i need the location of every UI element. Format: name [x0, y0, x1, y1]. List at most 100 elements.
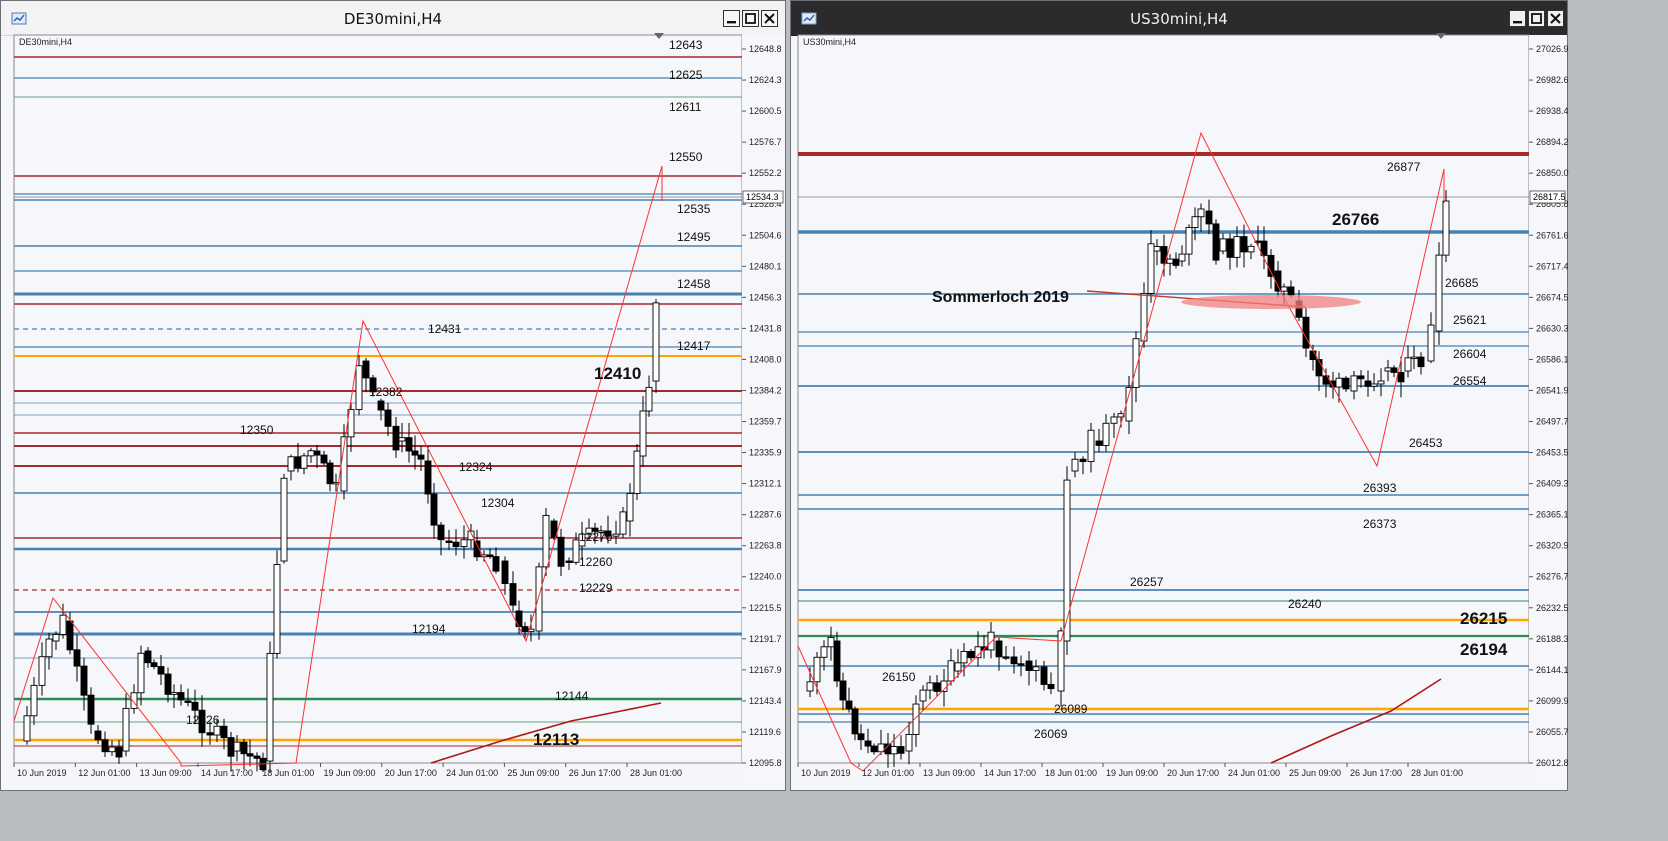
- bullish-candle: [974, 646, 982, 659]
- price-tick-label: 12648.8: [749, 44, 782, 54]
- bearish-candle: [1240, 236, 1248, 253]
- price-tick-label: 12143.4: [749, 696, 782, 706]
- price-tick-label: 12167.9: [749, 665, 782, 675]
- price-tick-label: 12431.8: [749, 323, 782, 333]
- bearish-candle: [839, 680, 847, 701]
- level-label: 12350: [240, 423, 274, 437]
- price-tick-label: 26541.9: [1536, 385, 1569, 395]
- time-tick-label: 25 Jun 09:00: [1289, 768, 1341, 778]
- bearish-candle: [164, 673, 172, 695]
- price-tick-label: 26320.9: [1536, 541, 1569, 551]
- level-label: 26150: [882, 670, 916, 684]
- time-tick-label: 12 Jun 01:00: [78, 768, 130, 778]
- price-chart[interactable]: DE30mini,H4 12643 12625 12611 12550 12535 1249…: [1, 1, 787, 792]
- price-tick-label: 12408.0: [749, 354, 782, 364]
- time-tick-label: 20 Jun 17:00: [385, 768, 437, 778]
- bearish-candle: [115, 746, 123, 758]
- bullish-candle: [1442, 200, 1450, 256]
- price-tick-label: 26717.4: [1536, 261, 1569, 271]
- bullish-candle: [813, 656, 821, 683]
- chart-window-us30[interactable]: US30mini,H4 US30mini,H4 26877 26766 26685 25…: [790, 0, 1569, 792]
- price-tick-label: 26894.2: [1536, 137, 1569, 147]
- level-label: 12144: [555, 689, 589, 703]
- level-label: 26685: [1445, 276, 1479, 290]
- bullish-candle: [1147, 243, 1155, 294]
- level-label: 12113: [533, 730, 579, 749]
- bullish-candle: [59, 614, 67, 635]
- price-tick-label: 26188.3: [1536, 634, 1569, 644]
- time-tick-label: 24 Jun 01:00: [446, 768, 498, 778]
- level-label: 12550: [669, 150, 703, 164]
- bullish-candle: [1384, 367, 1392, 372]
- level-label: 26877: [1387, 160, 1421, 174]
- price-tick-label: 12552.2: [749, 168, 782, 178]
- bearish-candle: [157, 666, 165, 675]
- bullish-candle: [130, 692, 138, 709]
- price-tick-label: 12215.5: [749, 603, 782, 613]
- bearish-candle: [1095, 440, 1103, 446]
- bearish-candle: [845, 700, 853, 710]
- price-tick-label: 12359.7: [749, 417, 782, 427]
- chart-window-de30[interactable]: DE30mini,H4 DE30mini,H4 12643 12625 12611 12…: [0, 0, 786, 791]
- bullish-candle: [1233, 236, 1241, 258]
- bearish-candle: [1002, 656, 1010, 659]
- bearish-candle: [66, 620, 74, 651]
- bullish-candle: [460, 539, 468, 547]
- bearish-candle: [177, 692, 185, 701]
- bearish-candle: [857, 733, 865, 741]
- bullish-candle: [266, 652, 274, 762]
- price-tick-label: 26674.5: [1536, 292, 1569, 302]
- bearish-candle: [144, 650, 152, 664]
- bearish-candle: [191, 701, 199, 711]
- time-tick-label: 14 Jun 17:00: [201, 768, 253, 778]
- level-label: 12382: [369, 385, 403, 399]
- price-tick-label: 12456.3: [749, 292, 782, 302]
- bearish-candle: [150, 662, 158, 668]
- bullish-candle: [38, 656, 46, 686]
- price-tick-label: 12287.6: [749, 510, 782, 520]
- bearish-candle: [313, 450, 321, 456]
- bearish-candle: [452, 541, 460, 547]
- bearish-candle: [424, 460, 432, 495]
- bearish-candle: [833, 640, 841, 682]
- level-label: 12324: [459, 460, 493, 474]
- bearish-candle: [405, 437, 413, 452]
- bearish-candle: [87, 694, 95, 725]
- price-tick-label: 26409.3: [1536, 479, 1569, 489]
- level-label: 26373: [1363, 517, 1397, 531]
- bullish-candle: [1191, 216, 1199, 228]
- bearish-candle: [1390, 367, 1398, 373]
- bearish-candle: [1226, 238, 1234, 258]
- bullish-candle: [30, 684, 38, 717]
- bearish-candle: [437, 524, 445, 541]
- bullish-candle: [1350, 375, 1358, 392]
- level-label: 26257: [1130, 575, 1164, 589]
- time-tick-label: 26 Jun 17:00: [569, 768, 621, 778]
- level-label: 12304: [481, 496, 515, 510]
- bullish-candle: [542, 515, 550, 568]
- price-tick-label: 12504.6: [749, 230, 782, 240]
- bearish-candle: [995, 640, 1003, 658]
- time-tick-label: 10 Jun 2019: [17, 768, 67, 778]
- bullish-candle: [1427, 324, 1435, 362]
- price-tick-label: 26761.6: [1536, 230, 1569, 240]
- bearish-candle: [1010, 656, 1018, 665]
- bearish-candle: [870, 745, 878, 753]
- bullish-candle: [806, 681, 814, 692]
- price-tick-label: 12384.2: [749, 385, 782, 395]
- bullish-candle: [1110, 416, 1118, 424]
- bearish-candle: [253, 755, 261, 759]
- bearish-candle: [557, 536, 565, 567]
- bullish-candle: [820, 646, 828, 658]
- time-tick-label: 19 Jun 09:00: [324, 768, 376, 778]
- annotation-label: Sommerloch 2019: [932, 289, 1069, 306]
- bullish-candle: [300, 455, 308, 469]
- bullish-candle: [1032, 666, 1040, 671]
- annotation-highlight: [1181, 295, 1361, 309]
- bullish-candle: [954, 662, 962, 672]
- bearish-candle: [362, 360, 370, 379]
- bullish-candle: [1435, 254, 1443, 332]
- price-chart[interactable]: US30mini,H4 26877 26766 26685 25621 26604 2655…: [791, 1, 1569, 792]
- price-tick-label: 26012.8: [1536, 758, 1569, 768]
- bearish-candle: [240, 741, 248, 755]
